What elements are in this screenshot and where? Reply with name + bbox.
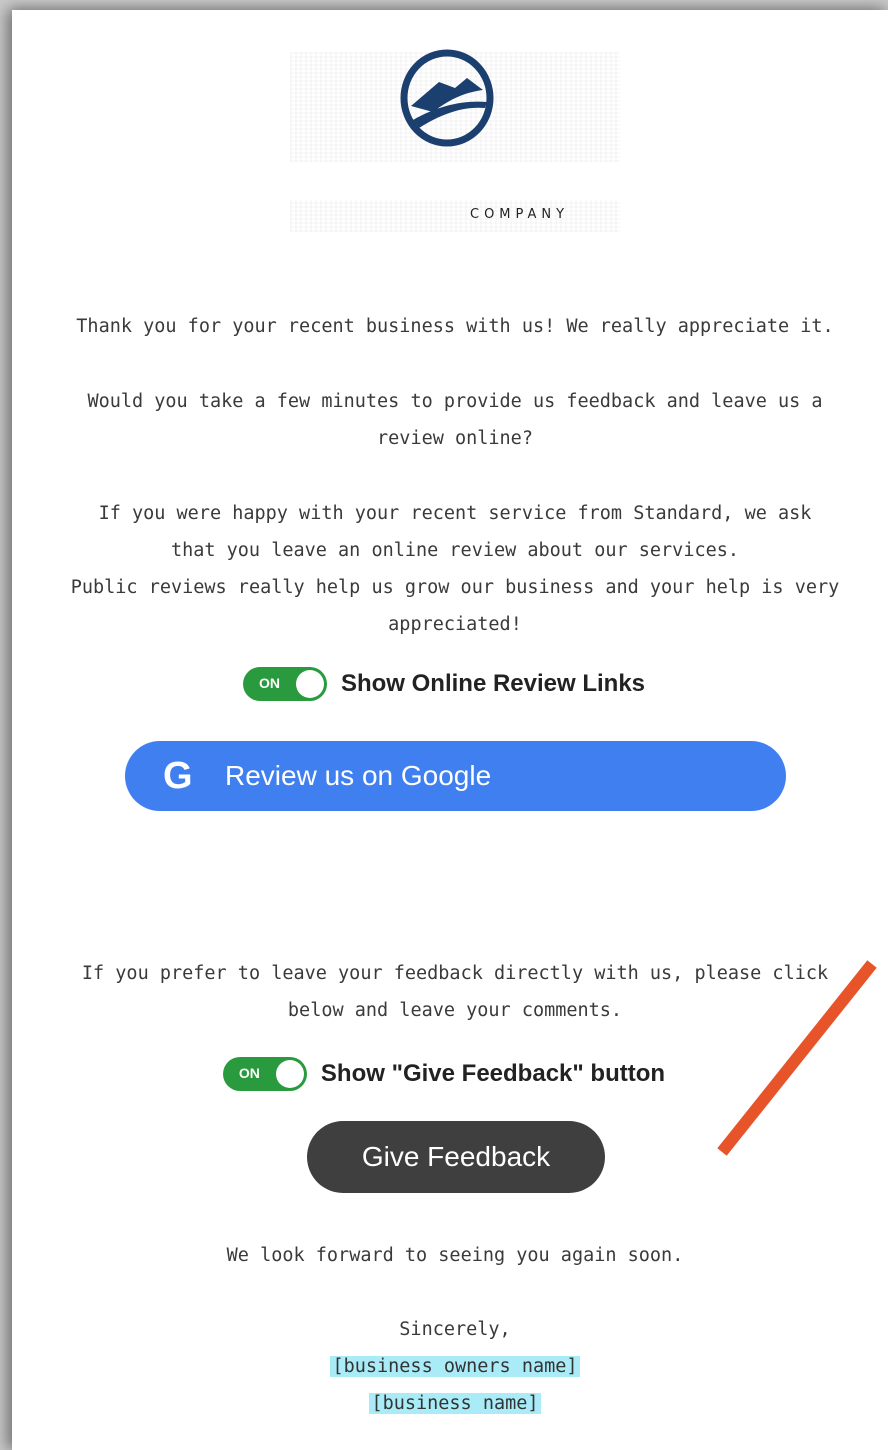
review-request-line-4: appreciated! — [388, 614, 522, 635]
logo-wordmark-background — [290, 200, 620, 232]
toggle-knob — [275, 1060, 304, 1088]
give-feedback-button[interactable]: Give Feedback — [307, 1121, 605, 1193]
closing-text: We look forward to seeing you again soon… — [226, 1245, 684, 1266]
signature-block: Sincerely, [business owners name] [busin… — [40, 1311, 870, 1422]
review-request-line-3: Public reviews really help us grow our b… — [70, 577, 840, 598]
sincerely-text: Sincerely, — [399, 1319, 511, 1340]
review-on-google-button[interactable]: G Review us on Google — [125, 741, 786, 811]
review-request-text: If you were happy with your recent servi… — [40, 495, 870, 643]
logo-wordmark: COMPANY — [470, 207, 570, 222]
feedback-request-line-2: review online? — [377, 428, 533, 449]
owner-name-placeholder: [business owners name] — [330, 1356, 580, 1377]
review-links-toggle-label: Show Online Review Links — [340, 670, 646, 697]
toggle-knob — [295, 670, 324, 698]
feedback-button-toggle[interactable]: ON — [222, 1057, 307, 1091]
business-name-placeholder: [business name] — [369, 1393, 541, 1414]
toggle-state-label: ON — [258, 675, 280, 691]
feedback-request-line-1: Would you take a few minutes to provide … — [87, 391, 823, 412]
review-on-google-label: Review us on Google — [225, 760, 492, 791]
annotation-arrow-icon — [717, 960, 877, 1156]
google-icon: G — [163, 754, 193, 797]
review-links-toggle[interactable]: ON — [242, 667, 327, 701]
review-links-toggle-row: ON Show Online Review Links — [0, 666, 888, 702]
review-request-line-2: that you leave an online review about ou… — [170, 540, 740, 561]
feedback-button-toggle-label: Show "Give Feedback" button — [320, 1060, 666, 1087]
toggle-state-label: ON — [238, 1065, 260, 1081]
thank-you-text: Thank you for your recent business with … — [76, 316, 834, 337]
review-request-line-1: If you were happy with your recent servi… — [98, 503, 812, 524]
feedback-request-text: Would you take a few minutes to provide … — [40, 383, 870, 457]
company-logo-icon — [400, 49, 494, 147]
